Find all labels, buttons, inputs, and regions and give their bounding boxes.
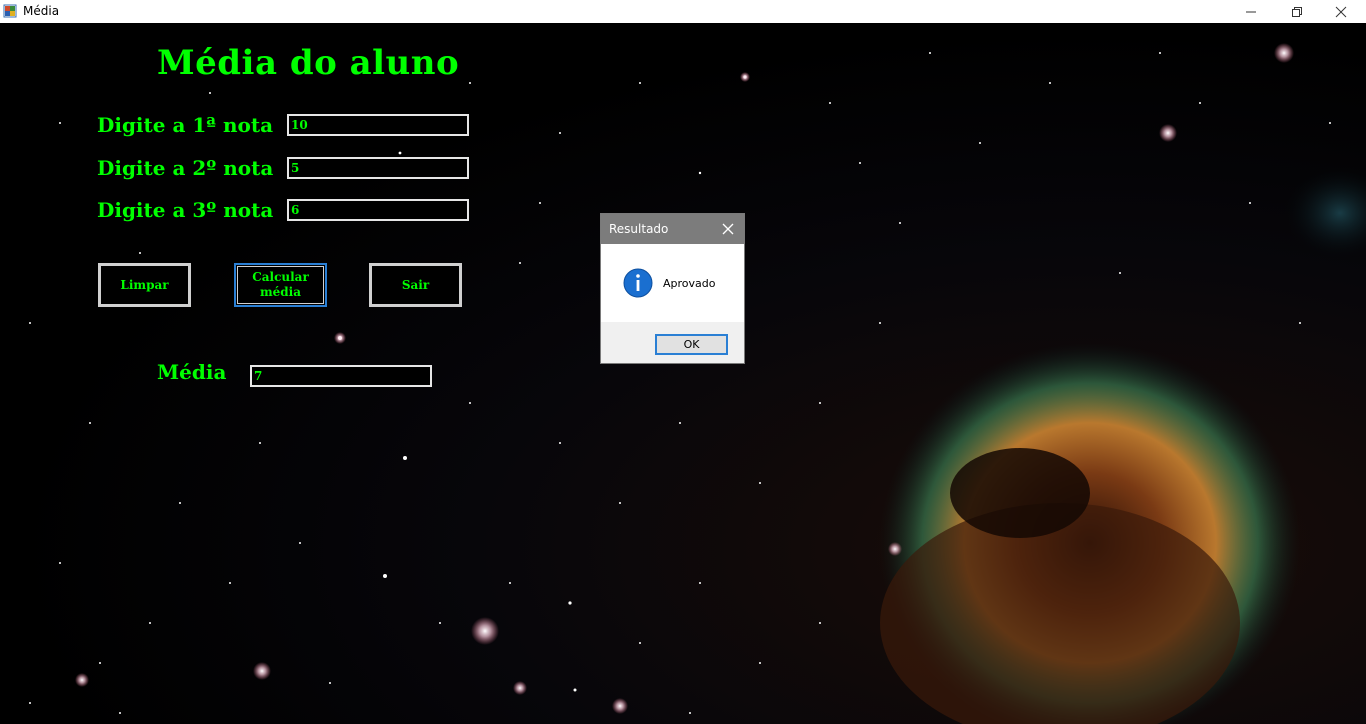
dialog-title: Resultado — [609, 222, 669, 236]
average-label: Média — [157, 360, 227, 384]
window-title: Média — [23, 4, 60, 18]
minimize-button[interactable] — [1228, 0, 1274, 23]
clear-button[interactable]: Limpar — [98, 263, 191, 307]
page-title: Média do aluno — [157, 43, 460, 83]
calculate-button-label: Calcular média — [252, 270, 309, 299]
dialog-title-bar: Resultado — [601, 214, 744, 244]
calculate-button[interactable]: Calcular média — [234, 263, 327, 307]
ok-button-label: OK — [683, 338, 700, 351]
info-icon — [623, 268, 653, 298]
maximize-button[interactable] — [1274, 0, 1320, 23]
app-icon — [3, 4, 17, 18]
dialog-message: Aprovado — [663, 277, 716, 290]
result-dialog: Resultado Aprovado OK — [600, 213, 745, 364]
grade-1-label: Digite a 1ª nota — [97, 113, 274, 137]
close-icon[interactable] — [721, 222, 735, 236]
dialog-footer: OK — [601, 322, 744, 363]
grade-3-input[interactable]: 6 — [287, 199, 469, 221]
exit-button-label: Sair — [401, 277, 430, 292]
close-icon — [1335, 6, 1347, 17]
minimize-icon — [1246, 11, 1256, 12]
exit-button[interactable]: Sair — [369, 263, 462, 307]
close-button[interactable] — [1318, 0, 1364, 23]
grade-1-input[interactable]: 10 — [287, 114, 469, 136]
window-title-bar: Média — [0, 0, 1366, 23]
average-output[interactable]: 7 — [250, 365, 432, 387]
clear-button-label: Limpar — [120, 277, 169, 292]
maximize-icon — [1292, 6, 1302, 17]
grade-3-label: Digite a 3º nota — [97, 198, 274, 222]
ok-button[interactable]: OK — [655, 334, 728, 355]
grade-2-input[interactable]: 5 — [287, 157, 469, 179]
grade-2-label: Digite a 2º nota — [97, 156, 274, 180]
